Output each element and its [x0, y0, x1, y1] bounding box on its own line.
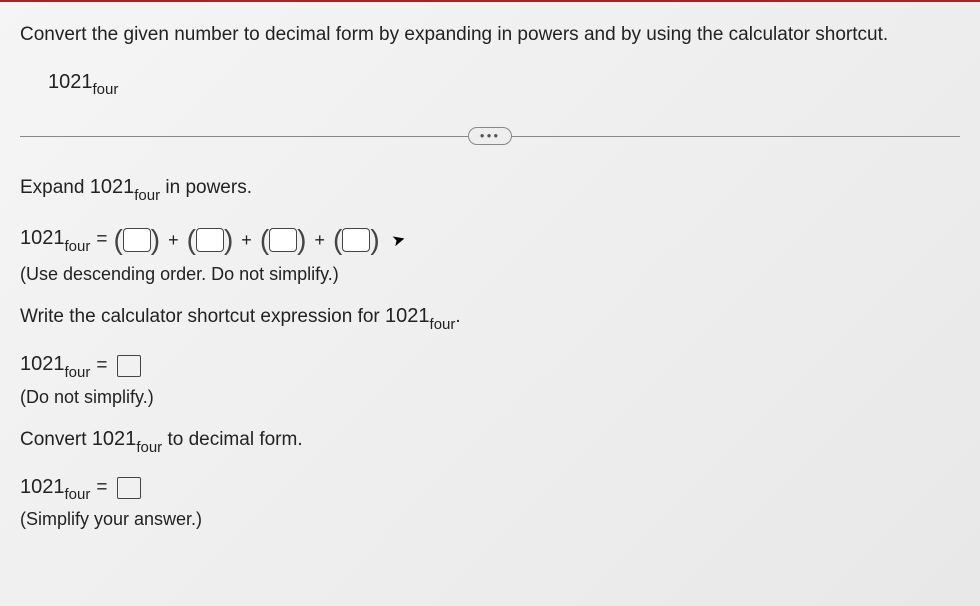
eq3-base: four — [65, 486, 91, 503]
step1-prefix: Expand — [20, 177, 90, 198]
step2-hint: (Do not simplify.) — [20, 387, 960, 408]
lparen-1: ( — [113, 224, 122, 256]
input-term-1[interactable] — [123, 228, 151, 252]
input-decimal[interactable] — [117, 477, 141, 499]
given-number: 1021four — [48, 71, 960, 97]
step1-base: four — [134, 187, 160, 204]
step-3: Convert 1021four to decimal form. 1021fo… — [20, 428, 960, 531]
eq-number: 1021 — [20, 227, 65, 249]
step1-hint: (Use descending order. Do not simplify.) — [20, 264, 960, 285]
eq2-lhs: 1021four — [20, 353, 90, 379]
step1-number: 1021 — [90, 176, 135, 198]
step3-hint: (Simplify your answer.) — [20, 509, 960, 530]
eq2-base: four — [65, 364, 91, 381]
step2-prompt: Write the calculator shortcut expression… — [20, 305, 960, 331]
rparen-2: ) — [224, 224, 233, 256]
number-base: four — [93, 81, 119, 98]
expansion-equation: 1021four = ( ) + ( ) + ( ) + ( ) ➤ — [20, 224, 960, 256]
cursor-icon: ➤ — [389, 229, 407, 252]
section-divider: ●●● — [20, 126, 960, 146]
equals-sign-2: = — [96, 355, 107, 377]
step3-prefix: Convert — [20, 429, 92, 450]
term-1: ( ) — [113, 224, 160, 256]
number-value: 1021 — [48, 71, 93, 93]
step-2: Write the calculator shortcut expression… — [20, 305, 960, 408]
equals-sign-3: = — [96, 477, 107, 499]
step-1: Expand 1021four in powers. 1021four = ( … — [20, 176, 960, 285]
eq-base: four — [65, 238, 91, 255]
decimal-equation: 1021four = — [20, 476, 960, 502]
ellipsis-icon: ●●● — [480, 132, 501, 140]
eq2-number: 1021 — [20, 353, 65, 375]
step3-suffix: to decimal form. — [162, 429, 302, 450]
step1-suffix: in powers. — [160, 177, 252, 198]
step2-prefix: Write the calculator shortcut expression… — [20, 306, 385, 327]
term-3: ( ) — [260, 224, 307, 256]
step3-base: four — [136, 439, 162, 456]
input-shortcut[interactable] — [117, 355, 141, 377]
equals-sign: = — [96, 229, 107, 251]
expand-button[interactable]: ●●● — [468, 127, 512, 145]
rparen-4: ) — [370, 224, 379, 256]
plus-2: + — [241, 230, 252, 251]
lparen-2: ( — [187, 224, 196, 256]
shortcut-equation: 1021four = — [20, 353, 960, 379]
step2-suffix: . — [455, 306, 460, 327]
step1-prompt: Expand 1021four in powers. — [20, 176, 960, 202]
term-4: ( ) — [333, 224, 380, 256]
question-prompt: Convert the given number to decimal form… — [20, 22, 960, 49]
step2-number: 1021 — [385, 305, 430, 327]
eq3-number: 1021 — [20, 476, 65, 498]
eq-lhs: 1021four — [20, 227, 90, 253]
input-term-2[interactable] — [196, 228, 224, 252]
rparen-1: ) — [151, 224, 160, 256]
input-term-3[interactable] — [269, 228, 297, 252]
step3-prompt: Convert 1021four to decimal form. — [20, 428, 960, 454]
input-term-4[interactable] — [342, 228, 370, 252]
plus-3: + — [314, 230, 325, 251]
plus-1: + — [168, 230, 179, 251]
lparen-4: ( — [333, 224, 342, 256]
rparen-3: ) — [297, 224, 306, 256]
lparen-3: ( — [260, 224, 269, 256]
eq3-lhs: 1021four — [20, 476, 90, 502]
term-2: ( ) — [187, 224, 234, 256]
step2-base: four — [430, 316, 456, 333]
step3-number: 1021 — [92, 428, 137, 450]
